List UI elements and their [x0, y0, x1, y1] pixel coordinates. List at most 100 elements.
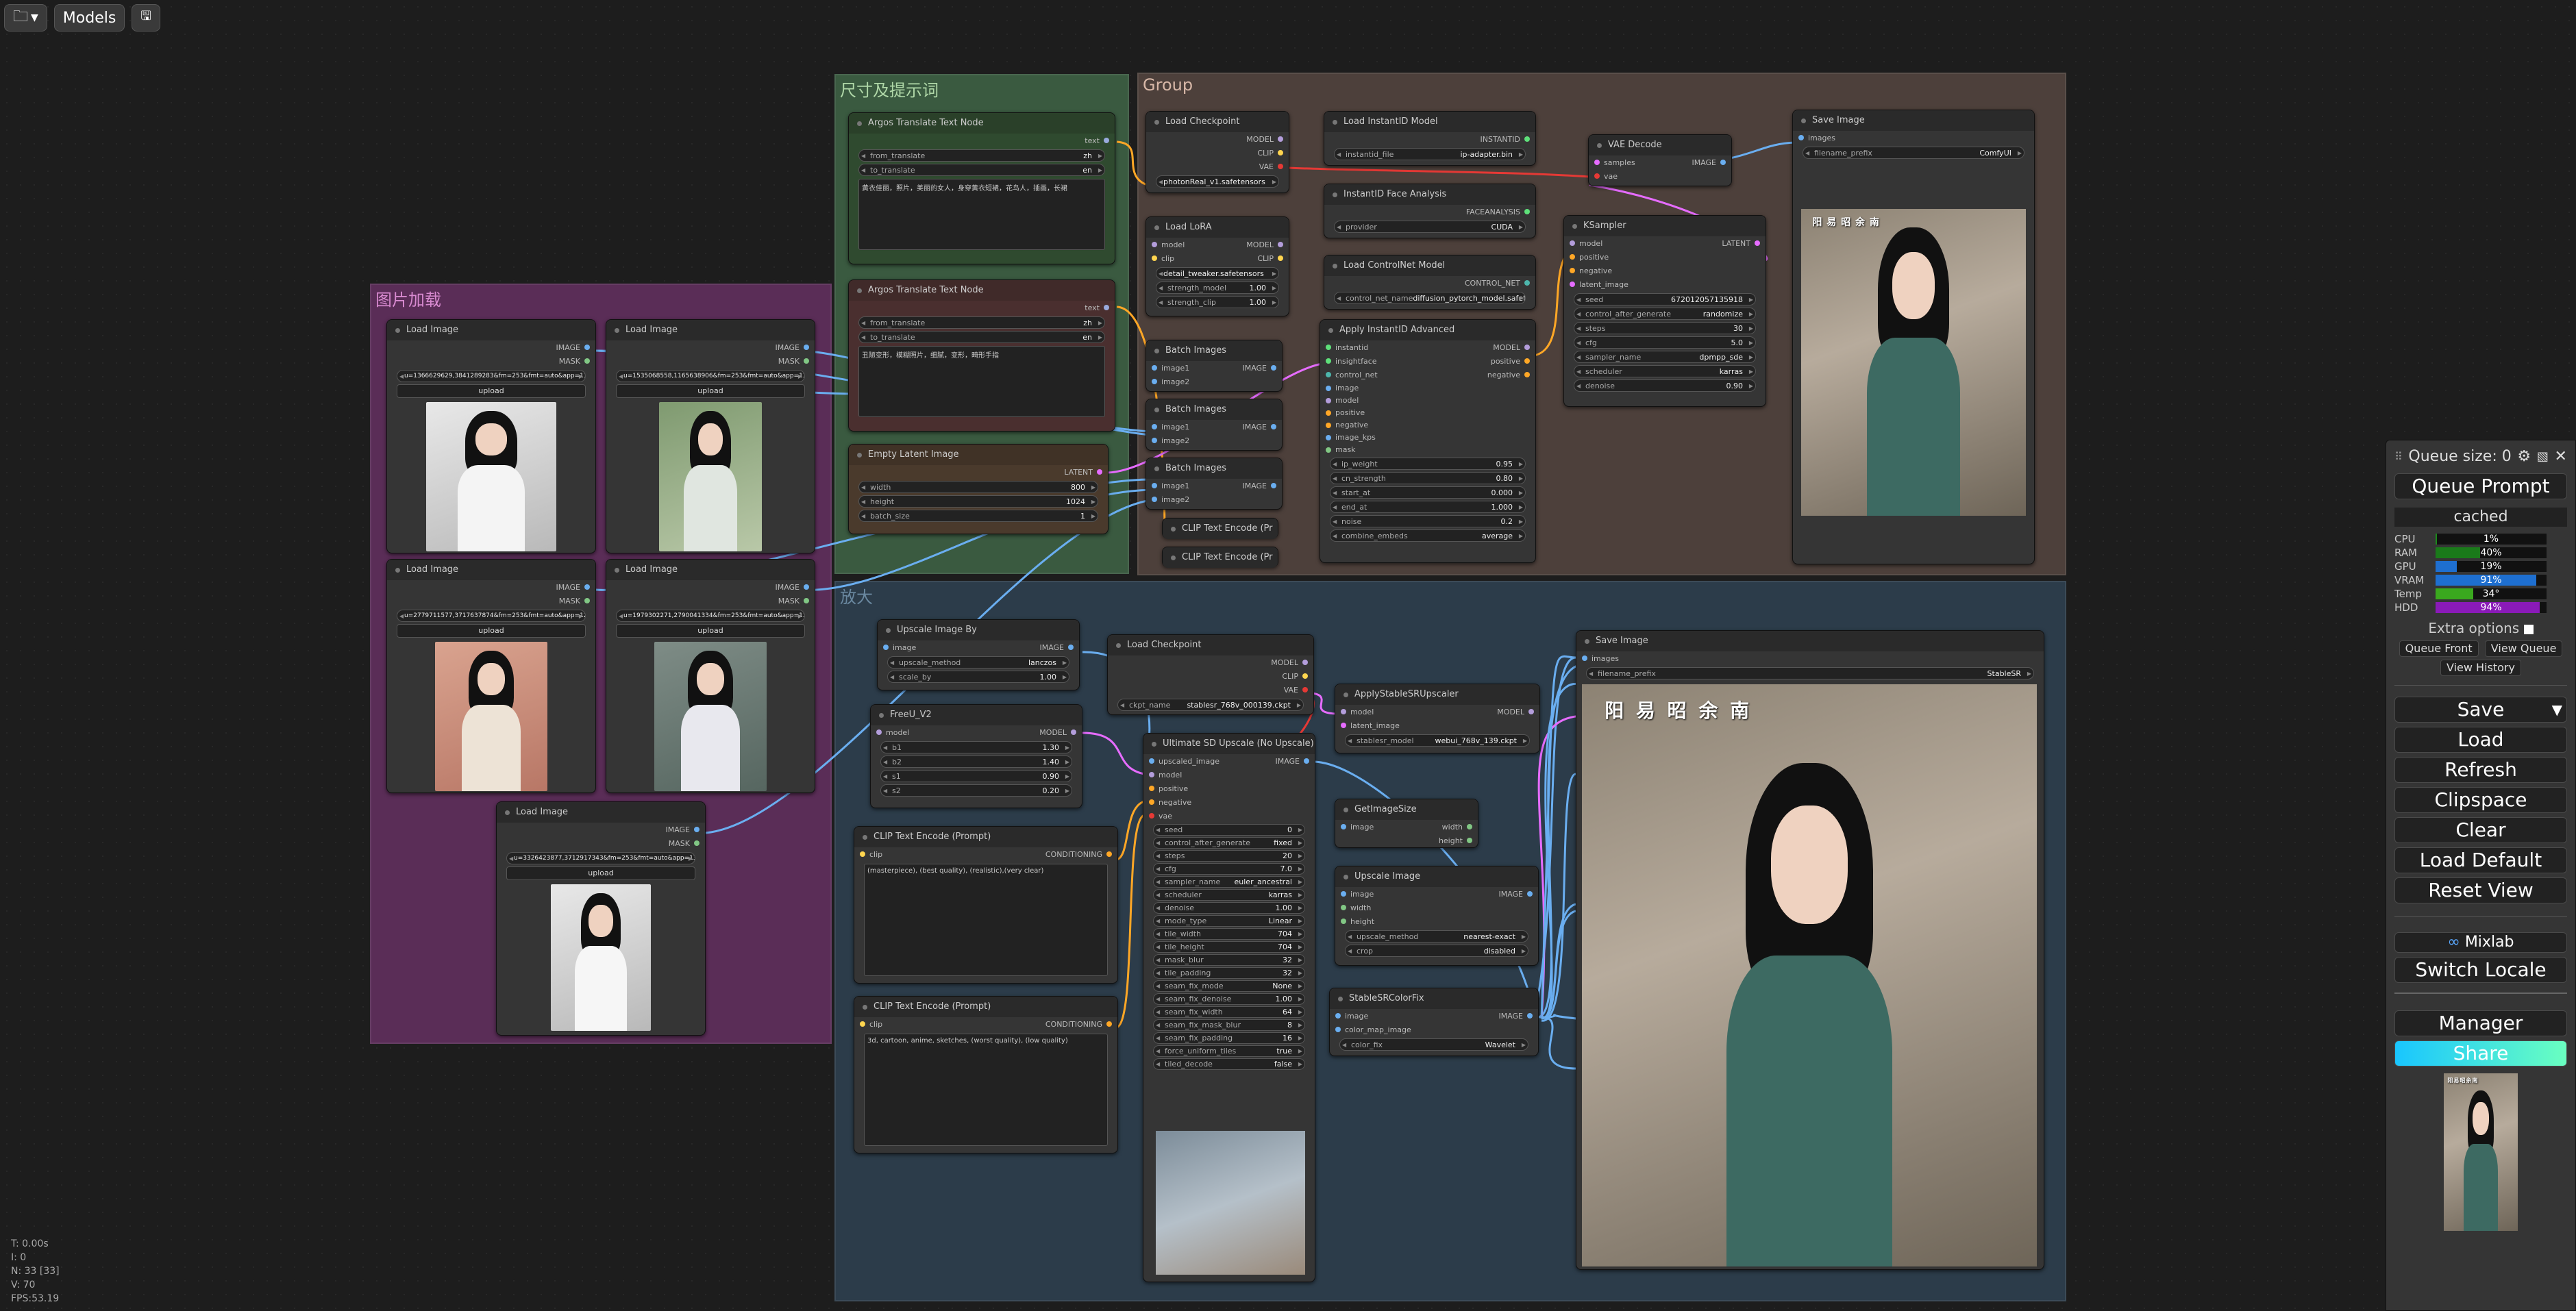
- output-height[interactable]: height: [1439, 836, 1463, 845]
- argos-translate-node-1[interactable]: Argos Translate Text Node text from_tran…: [848, 112, 1115, 264]
- output-mask[interactable]: MASK: [559, 357, 580, 366]
- switch-locale-button[interactable]: Switch Locale: [2394, 957, 2567, 983]
- output-model[interactable]: MODEL: [1497, 708, 1524, 716]
- input-mask[interactable]: mask: [1335, 445, 1356, 454]
- upscale-image-by-node[interactable]: Upscale Image By image IMAGE upscale_meth…: [877, 619, 1080, 690]
- output-image-preview[interactable]: 阳 易 昭 余 南: [1801, 209, 2026, 516]
- input-image1[interactable]: image1: [1161, 482, 1189, 490]
- output-latent[interactable]: LATENT: [1064, 468, 1093, 477]
- input-width[interactable]: width: [1350, 903, 1371, 912]
- output-conditioning[interactable]: CONDITIONING: [1045, 1020, 1102, 1029]
- output-text[interactable]: text: [1085, 136, 1100, 145]
- prompt-textarea[interactable]: (masterpiece), (best quality), (realisti…: [864, 864, 1108, 976]
- ckpt-name-select[interactable]: ckpt_name stablesr_768v_000139.ckpt: [1117, 699, 1304, 711]
- image-file-select[interactable]: u=3326423877,3712917343&fm=253&fmt=auto&…: [506, 852, 695, 864]
- output-image[interactable]: IMAGE: [1242, 423, 1267, 432]
- upload-button[interactable]: upload: [506, 866, 695, 880]
- input-positive[interactable]: positive: [1335, 408, 1365, 417]
- output-clip[interactable]: CLIP: [1282, 672, 1298, 681]
- control-after-generate-select[interactable]: control_after_generate randomize: [1574, 308, 1756, 320]
- output-text[interactable]: text: [1085, 303, 1100, 312]
- cn-strength-input[interactable]: cn_strength 0.80: [1330, 472, 1526, 484]
- share-button[interactable]: Share: [2394, 1040, 2567, 1066]
- output-latent[interactable]: LATENT: [1722, 239, 1750, 248]
- output-model[interactable]: MODEL: [1271, 658, 1298, 667]
- prompt-textarea[interactable]: 3d, cartoon, anime, sketches, (worst qua…: [864, 1034, 1108, 1146]
- s1-input[interactable]: s1 0.90: [880, 770, 1072, 782]
- control-net-name-select[interactable]: control_net_namediffusion_pytorch_model.…: [1334, 292, 1526, 304]
- output-conditioning[interactable]: CONDITIONING: [1045, 850, 1102, 859]
- b1-input[interactable]: b1 1.30: [880, 741, 1072, 753]
- chevron-down-icon[interactable]: ▼: [2552, 697, 2562, 722]
- usdu-widget-tile-padding[interactable]: tile_padding 32: [1153, 967, 1305, 979]
- input-model[interactable]: model: [1350, 708, 1374, 716]
- crop-select[interactable]: crop disabled: [1345, 945, 1528, 957]
- color-fix-select[interactable]: color_fix Wavelet: [1339, 1038, 1528, 1051]
- queue-prompt-button[interactable]: Queue Prompt: [2394, 473, 2567, 499]
- batch-images-node-1[interactable]: Batch Images image1 IMAGE image2: [1145, 340, 1283, 392]
- input-images[interactable]: images: [1592, 654, 1619, 663]
- output-mask[interactable]: MASK: [778, 597, 800, 605]
- output-width[interactable]: width: [1442, 823, 1463, 832]
- output-image[interactable]: IMAGE: [556, 583, 580, 592]
- checkbox[interactable]: [2523, 624, 2534, 634]
- clip-text-encode-prompt-node-1[interactable]: CLIP Text Encode (Prompt) clip CONDITIONI…: [854, 826, 1118, 984]
- input-vae[interactable]: vae: [1159, 812, 1172, 821]
- input-image2[interactable]: image2: [1161, 495, 1189, 504]
- input-instantid[interactable]: instantid: [1335, 343, 1368, 352]
- cfg-input[interactable]: cfg 5.0: [1574, 336, 1756, 349]
- input-upscaled-image[interactable]: upscaled_image: [1159, 757, 1219, 766]
- steps-input[interactable]: steps 30: [1574, 322, 1756, 334]
- clip-text-encode-collapsed-1[interactable]: CLIP Text Encode (Pr: [1162, 518, 1278, 539]
- input-latent-image[interactable]: latent_image: [1350, 721, 1400, 730]
- save-image-node-2[interactable]: Save Image images filename_prefix StableS…: [1576, 630, 2044, 1270]
- lora-name-select[interactable]: detail_tweaker.safetensors: [1156, 267, 1279, 279]
- upload-button[interactable]: upload: [397, 624, 586, 638]
- folder-menu-button[interactable]: 🗀 ▼: [4, 4, 47, 32]
- input-samples[interactable]: samples: [1604, 158, 1635, 167]
- seed-input[interactable]: seed 672012057135918: [1574, 293, 1756, 305]
- load-image-node-1[interactable]: Load Image IMAGE MASK u=1366629629,38412…: [386, 319, 596, 553]
- load-instantid-model-node[interactable]: Load InstantID Model INSTANTID instantid…: [1324, 111, 1536, 166]
- queue-front-button[interactable]: Queue Front: [2399, 640, 2479, 657]
- usdu-widget-control-after-generate[interactable]: control_after_generate fixed: [1153, 837, 1305, 849]
- input-images[interactable]: images: [1808, 134, 1835, 142]
- output-image[interactable]: IMAGE: [1498, 890, 1523, 899]
- vae-decode-node[interactable]: VAE Decode samples IMAGE vae: [1588, 134, 1732, 186]
- ckpt-name-select[interactable]: photonReal_v1.safetensors: [1156, 175, 1279, 188]
- output-model[interactable]: MODEL: [1493, 343, 1520, 352]
- to-translate-select[interactable]: to_translate en: [858, 164, 1105, 176]
- output-image[interactable]: IMAGE: [1275, 757, 1300, 766]
- scheduler-select[interactable]: scheduler karras: [1574, 365, 1756, 377]
- usdu-widget-tiled-decode[interactable]: tiled_decode false: [1153, 1058, 1305, 1070]
- load-button[interactable]: Load: [2394, 727, 2567, 753]
- upscale-method-select[interactable]: upscale_method lanczos: [887, 656, 1069, 669]
- end-at-input[interactable]: end_at 1.000: [1330, 501, 1526, 513]
- output-model[interactable]: MODEL: [1039, 728, 1067, 737]
- image-file-select[interactable]: u=1366629629,3841289283&fm=253&fmt=auto&…: [397, 370, 586, 382]
- reset-view-button[interactable]: Reset View: [2394, 877, 2567, 903]
- image-file-select[interactable]: u=1535068558,1165638906&fm=253&fmt=auto&…: [616, 370, 805, 382]
- input-negative[interactable]: negative: [1579, 266, 1612, 275]
- get-image-size-node[interactable]: GetImageSize image width height: [1335, 799, 1478, 848]
- width-input[interactable]: width 800: [858, 481, 1098, 493]
- upload-button[interactable]: upload: [616, 384, 805, 398]
- usdu-widget-tile-width[interactable]: tile_width 704: [1153, 928, 1305, 940]
- output-mask[interactable]: MASK: [669, 839, 690, 848]
- input-image2[interactable]: image2: [1161, 377, 1189, 386]
- input-image[interactable]: image: [893, 643, 916, 652]
- save-image-node-1[interactable]: Save Image images filename_prefix ComfyUI…: [1792, 110, 2035, 564]
- usdu-widget-seam-fix-denoise[interactable]: seam_fix_denoise 1.00: [1153, 993, 1305, 1005]
- output-model[interactable]: MODEL: [1246, 135, 1274, 144]
- prompt-textarea[interactable]: 黄衣佳丽，照片，美丽的女人，身穿黄衣短裙，花鸟人，插画，长裙: [858, 179, 1105, 250]
- clip-text-encode-collapsed-2[interactable]: CLIP Text Encode (Pr: [1162, 547, 1278, 568]
- save-workflow-button[interactable]: 🖫: [132, 4, 160, 32]
- output-mask[interactable]: MASK: [778, 357, 800, 366]
- strength-model-input[interactable]: strength_model 1.00: [1156, 282, 1279, 294]
- input-image1[interactable]: image1: [1161, 364, 1189, 373]
- input-control-net[interactable]: control_net: [1335, 371, 1378, 379]
- usdu-widget-seam-fix-padding[interactable]: seam_fix_padding 16: [1153, 1032, 1305, 1044]
- upscale-image-node[interactable]: Upscale Image image IMAGE width height up…: [1335, 866, 1539, 966]
- output-instantid[interactable]: INSTANTID: [1480, 135, 1520, 144]
- input-latent-image[interactable]: latent_image: [1579, 280, 1628, 289]
